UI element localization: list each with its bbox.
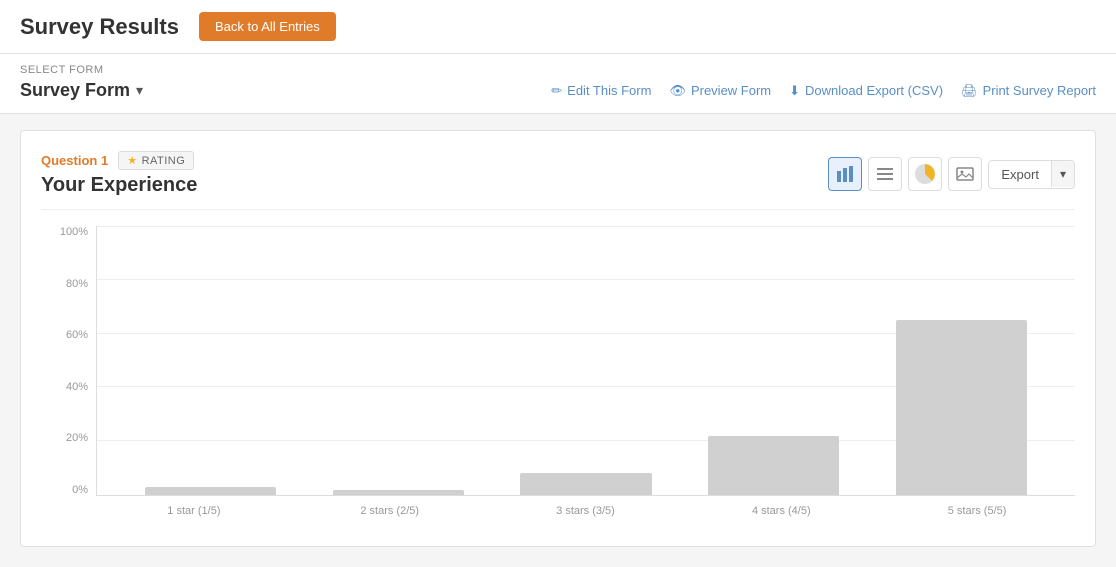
bar-group	[492, 226, 680, 495]
list-view-button[interactable]	[868, 157, 902, 191]
question-number: Question 1	[41, 153, 108, 168]
y-axis-label: 40%	[41, 381, 96, 393]
print-survey-link[interactable]: 🖨 Print Survey Report	[961, 83, 1096, 99]
download-export-link[interactable]: ⬇ Download Export (CSV)	[789, 83, 943, 99]
y-axis-label: 20%	[41, 432, 96, 444]
x-label-group: 3 stars (3/5)	[488, 505, 684, 517]
y-axis: 0% 20% 40% 60% 80% 100%	[41, 226, 96, 496]
x-axis-label: 4 stars (4/5)	[752, 505, 811, 517]
star-icon: ★	[127, 154, 137, 167]
bar	[520, 473, 651, 495]
bar	[708, 436, 839, 495]
download-icon: ⬇	[789, 83, 800, 99]
x-axis-label: 1 star (1/5)	[167, 505, 220, 517]
x-label-group: 4 stars (4/5)	[683, 505, 879, 517]
question-info: Question 1 ★ RATING Your Experience	[41, 151, 197, 197]
question-type-label: RATING	[142, 155, 186, 167]
eye-icon: 👁	[669, 83, 686, 99]
bar	[333, 490, 464, 495]
bar-chart-button[interactable]	[828, 157, 862, 191]
x-axis-label: 5 stars (5/5)	[948, 505, 1007, 517]
question-header: Question 1 ★ RATING Your Experience	[41, 151, 1075, 210]
print-icon: 🖨	[961, 83, 978, 99]
chart-controls: Export ▾	[828, 157, 1075, 191]
sub-bar: SELECT FORM Survey Form ▾ ✏ Edit This Fo…	[0, 54, 1116, 114]
edit-icon: ✏	[551, 83, 562, 99]
sub-bar-row: Survey Form ▾ ✏ Edit This Form 👁 Preview…	[20, 80, 1096, 101]
chart-plot	[96, 226, 1075, 496]
pie-chart-button[interactable]	[908, 157, 942, 191]
bar-group	[305, 226, 493, 495]
preview-form-link[interactable]: 👁 Preview Form	[669, 83, 771, 99]
y-axis-label: 80%	[41, 278, 96, 290]
bar	[145, 487, 276, 495]
export-label: Export	[989, 161, 1051, 188]
export-dropdown-arrow[interactable]: ▾	[1051, 161, 1074, 187]
export-dropdown: Export ▾	[988, 160, 1075, 189]
chart-area: 0% 20% 40% 60% 80% 100% 1 star (1/5) 2 stars (…	[41, 226, 1075, 526]
x-axis-label: 3 stars (3/5)	[556, 505, 615, 517]
x-label-group: 5 stars (5/5)	[879, 505, 1075, 517]
chart-container: 0% 20% 40% 60% 80% 100% 1 star (1/5) 2 stars (…	[41, 226, 1075, 526]
preview-form-label: Preview Form	[691, 83, 771, 98]
survey-card: Question 1 ★ RATING Your Experience	[20, 130, 1096, 547]
x-labels: 1 star (1/5) 2 stars (2/5) 3 stars (3/5) 4 …	[96, 496, 1075, 526]
question-type-badge: ★ RATING	[118, 151, 194, 170]
x-label-group: 2 stars (2/5)	[292, 505, 488, 517]
edit-form-label: Edit This Form	[567, 83, 651, 98]
bar-group	[680, 226, 868, 495]
y-axis-label: 100%	[41, 226, 96, 238]
question-title: Your Experience	[41, 174, 197, 197]
y-axis-label: 0%	[41, 484, 96, 496]
select-form-label: SELECT FORM	[20, 64, 1096, 76]
bar	[896, 320, 1027, 495]
y-axis-label: 60%	[41, 329, 96, 341]
bars-container	[97, 226, 1075, 495]
chevron-down-icon: ▾	[136, 82, 143, 99]
main-content: Question 1 ★ RATING Your Experience	[0, 114, 1116, 563]
sub-actions: ✏ Edit This Form 👁 Preview Form ⬇ Downlo…	[551, 83, 1096, 99]
x-label-group: 1 star (1/5)	[96, 505, 292, 517]
download-export-label: Download Export (CSV)	[805, 83, 943, 98]
image-chart-button[interactable]	[948, 157, 982, 191]
print-survey-label: Print Survey Report	[983, 83, 1096, 98]
page-title: Survey Results	[20, 14, 179, 40]
edit-form-link[interactable]: ✏ Edit This Form	[551, 83, 651, 99]
question-meta: Question 1 ★ RATING	[41, 151, 197, 170]
x-axis-label: 2 stars (2/5)	[360, 505, 419, 517]
bar-group	[867, 226, 1055, 495]
form-selector[interactable]: Survey Form ▾	[20, 80, 143, 101]
back-to-all-entries-button[interactable]: Back to All Entries	[199, 12, 336, 41]
bar-group	[117, 226, 305, 495]
top-bar: Survey Results Back to All Entries	[0, 0, 1116, 54]
form-selector-name: Survey Form	[20, 80, 130, 101]
